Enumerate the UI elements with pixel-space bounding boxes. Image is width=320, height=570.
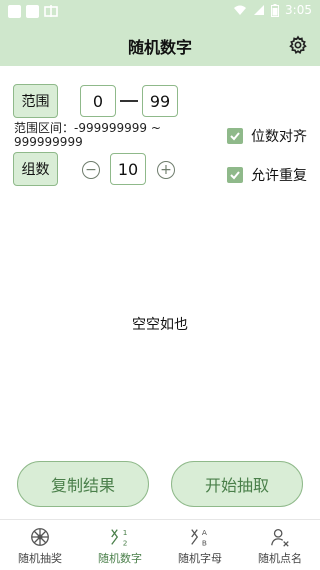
tab-random-lottery[interactable]: 随机抽奖 [0,520,80,570]
range-min-input[interactable]: 0 [80,85,116,117]
copy-result-button[interactable]: 复制结果 [17,461,149,507]
page-title: 随机数字 [127,38,192,57]
digit-align-checkbox[interactable] [227,128,243,144]
notification-icon [26,4,39,18]
increment-button[interactable]: + [157,161,175,179]
bottom-tab-bar: 随机抽奖 1 2 随机数字 A B 随机字母 随机点名 [0,519,320,570]
status-left-icons [8,4,58,18]
status-bar: 3:05 [0,0,320,24]
range-info: 范围区间：-999999999 ~ 999999999 [14,121,161,149]
battery-icon [271,3,280,17]
app-bar: 随机数字 [0,24,320,66]
tab-label: 随机字母 [178,552,222,565]
svg-text:1: 1 [123,528,128,537]
wheel-icon [31,528,49,546]
allow-repeat-label: 允许重复 [251,168,307,184]
app-notification-icon [44,5,58,17]
dice-letters-icon: A B [191,528,207,547]
dice-numbers-icon: 1 2 [111,528,128,547]
person-pick-icon [271,529,289,547]
decrement-button[interactable]: − [82,161,100,179]
status-right-icons: 3:05 [233,3,312,17]
plus-icon: + [160,162,172,178]
allow-repeat-option[interactable]: 允许重复 [227,165,307,185]
range-max-input[interactable]: 99 [142,85,178,117]
svg-text:2: 2 [123,538,128,547]
check-icon [230,132,240,141]
tab-label: 随机数字 [98,552,142,565]
groups-button[interactable]: 组数 [13,152,58,186]
svg-text:A: A [202,528,207,537]
range-separator [120,100,138,102]
svg-text:B: B [202,538,207,547]
tab-label: 随机抽奖 [18,552,62,565]
tab-label: 随机点名 [258,552,302,565]
minus-icon: − [85,162,97,178]
digit-align-option[interactable]: 位数对齐 [227,126,307,146]
allow-repeat-checkbox[interactable] [227,167,243,183]
notification-icon [8,4,21,18]
empty-state-text: 空空如也 [132,317,188,333]
groups-input[interactable]: 10 [110,153,146,185]
signal-icon [254,5,265,15]
range-button[interactable]: 范围 [13,84,58,118]
digit-align-label: 位数对齐 [251,129,307,145]
status-time: 3:05 [285,3,312,17]
wifi-icon [234,5,247,15]
tab-random-number[interactable]: 1 2 随机数字 [80,520,160,570]
check-icon [230,171,240,180]
tab-random-rollcall[interactable]: 随机点名 [240,520,320,570]
tab-random-letter[interactable]: A B 随机字母 [160,520,240,570]
settings-gear-icon[interactable] [288,35,308,55]
start-draw-button[interactable]: 开始抽取 [171,461,303,507]
